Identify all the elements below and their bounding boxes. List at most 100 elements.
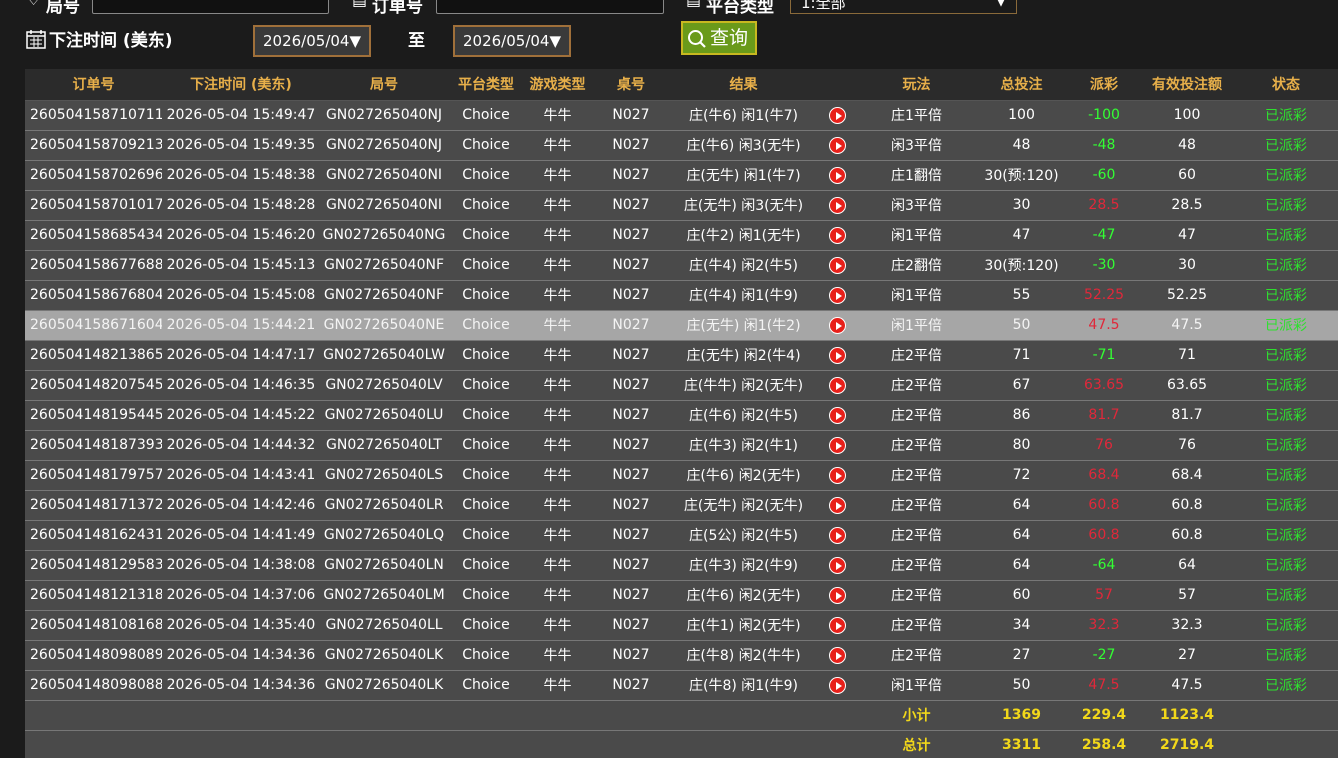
table-no-cell: N027 bbox=[612, 587, 650, 603]
table-row[interactable]: 260504148098088 2026-05-04 14:34:36 GN0272… bbox=[25, 670, 1338, 700]
replay-cell bbox=[816, 640, 858, 670]
play-type-cell: 闲3平倍 bbox=[891, 138, 942, 154]
play-video-icon[interactable] bbox=[828, 586, 846, 604]
col-replay-header bbox=[816, 69, 858, 101]
table-row[interactable]: 260504148121318 2026-05-04 14:37:06 GN0272… bbox=[25, 580, 1338, 610]
table-row[interactable]: 260504148162431 2026-05-04 14:41:49 GN0272… bbox=[25, 520, 1338, 550]
status-cell: 已派彩 bbox=[1265, 138, 1307, 154]
table-no-cell: N027 bbox=[612, 287, 650, 303]
table-row[interactable]: 260504148187393 2026-05-04 14:44:32 GN0272… bbox=[25, 430, 1338, 460]
play-video-icon[interactable] bbox=[828, 466, 846, 484]
play-video-icon[interactable] bbox=[828, 406, 846, 424]
table-row[interactable]: 260504158701017 2026-05-04 15:48:28 GN0272… bbox=[25, 190, 1338, 220]
table-row[interactable]: 260504148179757 2026-05-04 14:43:41 GN0272… bbox=[25, 460, 1338, 490]
order-no-input[interactable] bbox=[436, 0, 664, 14]
play-video-icon[interactable] bbox=[828, 646, 846, 664]
query-button[interactable]: 查询 bbox=[681, 21, 757, 55]
payout-cell: -30 bbox=[1092, 257, 1116, 273]
game-no-cell: GN027265040NF bbox=[323, 287, 444, 303]
bet-time-cell: 2026-05-04 14:34:36 bbox=[166, 647, 316, 663]
status-cell: 已派彩 bbox=[1265, 558, 1307, 574]
game-type-cell: 牛牛 bbox=[543, 318, 572, 334]
table-row[interactable]: 260504148213865 2026-05-04 14:47:17 GN0272… bbox=[25, 340, 1338, 370]
table-row[interactable]: 260504158671604 2026-05-04 15:44:21 GN0272… bbox=[25, 310, 1338, 340]
col-game-no-header: 局号 bbox=[320, 69, 448, 101]
payout-cell: 57 bbox=[1095, 587, 1113, 603]
table-row[interactable]: 260504158677688 2026-05-04 15:45:13 GN0272… bbox=[25, 250, 1338, 280]
date-from-picker[interactable]: 2026/05/04▼ bbox=[253, 25, 371, 57]
bet-time-cell: 2026-05-04 15:45:08 bbox=[166, 287, 316, 303]
order-no-cell: 260504148098088 bbox=[30, 677, 162, 693]
play-type-cell: 庄2平倍 bbox=[891, 618, 942, 634]
table-row[interactable]: 260504158710711 2026-05-04 15:49:47 GN0272… bbox=[25, 100, 1338, 130]
play-type-cell: 闲1平倍 bbox=[891, 678, 942, 694]
game-type-cell: 牛牛 bbox=[543, 348, 572, 364]
empty-cell bbox=[448, 730, 524, 758]
table-no-cell: N027 bbox=[612, 137, 650, 153]
play-video-icon[interactable] bbox=[828, 496, 846, 514]
play-video-icon[interactable] bbox=[828, 316, 846, 334]
empty-cell bbox=[320, 700, 448, 730]
table-row[interactable]: 260504158709213 2026-05-04 15:49:35 GN0272… bbox=[25, 130, 1338, 160]
table-row[interactable]: 260504148171372 2026-05-04 14:42:46 GN0272… bbox=[25, 490, 1338, 520]
play-video-icon[interactable] bbox=[828, 286, 846, 304]
bet-time-cell: 2026-05-04 14:42:46 bbox=[166, 497, 316, 513]
play-video-icon[interactable] bbox=[828, 136, 846, 154]
payout-cell: 32.3 bbox=[1088, 617, 1120, 633]
platform-cell: Choice bbox=[462, 317, 510, 333]
play-video-icon[interactable] bbox=[828, 526, 846, 544]
game-no-cell: GN027265040LM bbox=[323, 587, 445, 603]
table-no-cell: N027 bbox=[612, 167, 650, 183]
payout-cell: 47.5 bbox=[1088, 677, 1120, 693]
query-button-label: 查询 bbox=[710, 27, 749, 49]
play-video-icon[interactable] bbox=[828, 376, 846, 394]
empty-cell bbox=[524, 730, 591, 758]
payout-cell: -27 bbox=[1092, 647, 1116, 663]
replay-cell bbox=[816, 520, 858, 550]
date-to-picker[interactable]: 2026/05/04▼ bbox=[453, 25, 571, 57]
play-video-icon[interactable] bbox=[828, 346, 846, 364]
play-video-icon[interactable] bbox=[828, 616, 846, 634]
valid-bet-cell: 60 bbox=[1178, 167, 1196, 183]
table-row[interactable]: 260504148108168 2026-05-04 14:35:40 GN0272… bbox=[25, 610, 1338, 640]
payout-cell: -100 bbox=[1088, 107, 1120, 123]
order-no-cell: 260504158676804 bbox=[30, 287, 162, 303]
game-no-cell: GN027265040LU bbox=[324, 407, 444, 423]
game-no-cell: GN027265040NJ bbox=[325, 107, 443, 123]
game-no-cell: GN027265040LK bbox=[324, 647, 444, 663]
play-video-icon[interactable] bbox=[828, 436, 846, 454]
status-cell: 已派彩 bbox=[1265, 678, 1307, 694]
status-cell: 已派彩 bbox=[1265, 288, 1307, 304]
bet-time-cell: 2026-05-04 14:44:32 bbox=[166, 437, 316, 453]
col-platform-header: 平台类型 bbox=[448, 69, 524, 101]
replay-cell bbox=[816, 340, 858, 370]
play-video-icon[interactable] bbox=[828, 226, 846, 244]
table-row[interactable]: 260504158676804 2026-05-04 15:45:08 GN0272… bbox=[25, 280, 1338, 310]
table-row[interactable]: 260504158685434 2026-05-04 15:46:20 GN0272… bbox=[25, 220, 1338, 250]
play-video-icon[interactable] bbox=[828, 166, 846, 184]
game-type-cell: 牛牛 bbox=[543, 108, 572, 124]
play-video-icon[interactable] bbox=[828, 556, 846, 574]
chevron-down-icon: ▼ bbox=[996, 0, 1006, 9]
table-row[interactable]: 260504158702696 2026-05-04 15:48:38 GN0272… bbox=[25, 160, 1338, 190]
play-type-cell: 庄1翻倍 bbox=[891, 168, 942, 184]
play-video-icon[interactable] bbox=[828, 676, 846, 694]
play-type-cell: 闲3平倍 bbox=[891, 198, 942, 214]
platform-cell: Choice bbox=[462, 347, 510, 363]
col-game-type-header: 游戏类型 bbox=[524, 69, 591, 101]
status-cell: 已派彩 bbox=[1265, 618, 1307, 634]
replay-cell bbox=[816, 130, 858, 160]
game-no-input[interactable] bbox=[92, 0, 329, 14]
platform-select[interactable]: 1:全部 ▼ bbox=[790, 0, 1017, 14]
table-row[interactable]: 260504148098089 2026-05-04 14:34:36 GN0272… bbox=[25, 640, 1338, 670]
total-bet-cell: 30 bbox=[1012, 197, 1031, 213]
game-type-cell: 牛牛 bbox=[543, 528, 572, 544]
play-video-icon[interactable] bbox=[828, 196, 846, 214]
play-video-icon[interactable] bbox=[828, 106, 846, 124]
table-row[interactable]: 260504148129583 2026-05-04 14:38:08 GN0272… bbox=[25, 550, 1338, 580]
table-row[interactable]: 260504148207545 2026-05-04 14:46:35 GN0272… bbox=[25, 370, 1338, 400]
game-type-cell: 牛牛 bbox=[543, 228, 572, 244]
play-video-icon[interactable] bbox=[828, 256, 846, 274]
platform-cell: Choice bbox=[462, 227, 510, 243]
table-row[interactable]: 260504148195445 2026-05-04 14:45:22 GN0272… bbox=[25, 400, 1338, 430]
